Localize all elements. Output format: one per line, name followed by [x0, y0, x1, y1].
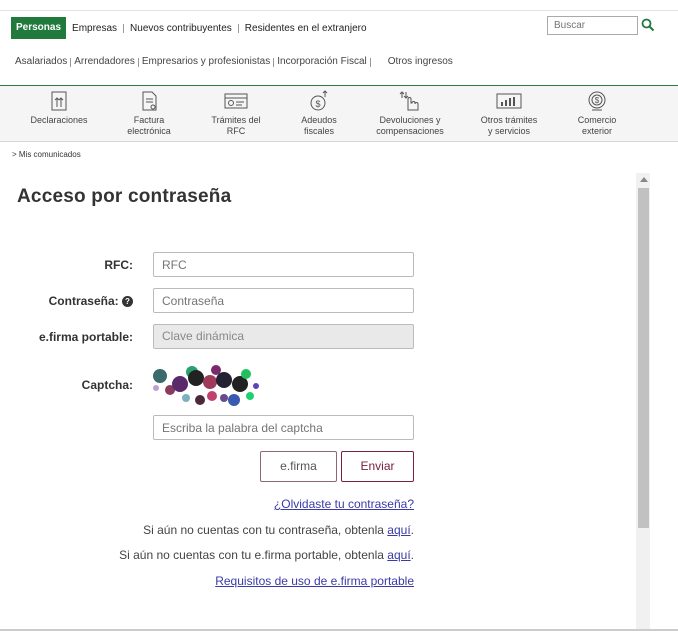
rfc-input[interactable] — [153, 252, 414, 277]
service-label-line2: electrónica — [127, 126, 171, 136]
nav-empresas[interactable]: Empresas — [66, 23, 123, 34]
efirma-requirements-link[interactable]: Requisitos de uso de e.firma portable — [215, 574, 414, 588]
svg-text:$: $ — [315, 99, 320, 109]
password-label: Contraseña: — [48, 294, 119, 308]
rfc-label: RFC: — [104, 258, 133, 272]
scroll-up-icon[interactable] — [640, 177, 648, 182]
subnav-separator — [137, 58, 139, 67]
service-tramites-rfc[interactable]: Trámites del RFC — [191, 90, 281, 137]
service-label-line1: Factura — [133, 115, 165, 125]
subnav-separator — [273, 58, 275, 67]
service-label-line1: Trámites del — [211, 115, 261, 125]
forgot-password-link[interactable]: ¿Olvidaste tu contraseña? — [274, 497, 414, 511]
get-efirma-link[interactable]: aquí — [387, 548, 410, 562]
nav-nuevos-contribuyentes[interactable]: Nuevos contribuyentes — [124, 23, 238, 34]
search-icon[interactable] — [641, 18, 655, 32]
breadcrumb[interactable]: > Mis comunicados — [12, 150, 81, 159]
globe-dollar-icon: $ — [588, 91, 606, 111]
top-divider — [0, 10, 678, 11]
service-label-line1: Otros trámites — [480, 115, 538, 125]
requirements-row: Requisitos de uso de e.firma portable — [215, 574, 414, 588]
no-password-text: Si aún no cuentas con tu contraseña, obt… — [143, 523, 384, 537]
dynamic-key-input: Clave dinámica — [153, 324, 414, 349]
efirma-button[interactable]: e.firma — [260, 451, 337, 482]
chart-board-icon — [496, 93, 522, 109]
subnav-arrendadores[interactable]: Arrendadores — [74, 56, 138, 67]
service-label-line2: RFC — [226, 126, 246, 136]
service-label-line2: exterior — [581, 126, 612, 136]
efirma-label: e.firma portable: — [38, 330, 133, 344]
service-comercio-exterior[interactable]: $ Comercio exterior — [552, 90, 642, 137]
svg-text:$: $ — [595, 96, 600, 105]
scrollbar-thumb[interactable] — [638, 188, 649, 528]
top-navigation: Personas Empresas Nuevos contribuyentes … — [0, 0, 678, 40]
help-icon[interactable]: ? — [122, 296, 133, 307]
period: . — [410, 548, 414, 562]
service-label-line2: y servicios — [487, 126, 530, 136]
no-efirma-row: Si aún no cuentas con tu e.firma portabl… — [119, 548, 414, 562]
rfc-card-icon — [224, 93, 248, 109]
password-input[interactable] — [153, 288, 414, 313]
nav-personas[interactable]: Personas — [11, 17, 67, 39]
captcha-label: Captcha: — [81, 378, 133, 392]
no-password-row: Si aún no cuentas con tu contraseña, obt… — [143, 523, 414, 537]
service-declaraciones[interactable]: Declaraciones — [14, 90, 104, 126]
no-efirma-text: Si aún no cuentas con tu e.firma portabl… — [119, 548, 384, 562]
service-label-line2: fiscales — [303, 126, 334, 136]
submit-button[interactable]: Enviar — [341, 451, 414, 482]
period: . — [410, 523, 414, 537]
captcha-input[interactable] — [153, 415, 414, 440]
service-label-line1: Devoluciones y — [379, 115, 441, 125]
subnav-empresarios[interactable]: Empresarios y profesionistas — [142, 56, 273, 67]
subnav-separator — [369, 58, 371, 67]
get-password-link[interactable]: aquí — [387, 523, 410, 537]
password-label-row: Contraseña: ? — [20, 294, 133, 308]
forgot-password-row: ¿Olvidaste tu contraseña? — [274, 497, 414, 511]
sub-navigation: Asalariados Arrendadores Empresarios y p… — [15, 56, 456, 67]
service-label-line2: compensaciones — [376, 126, 444, 136]
subnav-otros-ingresos[interactable]: Otros ingresos — [388, 56, 456, 67]
service-devoluciones[interactable]: Devoluciones y compensaciones — [362, 90, 458, 137]
main-nav: Personas Empresas Nuevos contribuyentes … — [11, 17, 373, 39]
service-factura[interactable]: Factura electrónica — [104, 90, 194, 137]
service-label-line1: Declaraciones — [30, 115, 88, 125]
captcha-image — [153, 365, 259, 406]
documents-arrows-icon — [51, 91, 67, 111]
subnav-separator — [70, 58, 72, 67]
service-otros-tramites[interactable]: Otros trámites y servicios — [464, 90, 554, 137]
invoice-icon — [142, 91, 157, 111]
hand-touch-icon — [399, 91, 419, 111]
nav-residentes-extranjero[interactable]: Residentes en el extranjero — [239, 23, 373, 34]
services-icon-bar: Declaraciones Factura electrónica Trámit… — [0, 86, 678, 142]
service-label-line1: Comercio — [577, 115, 617, 125]
subnav-incorporacion-fiscal[interactable]: Incorporación Fiscal — [277, 56, 369, 67]
subnav-asalariados[interactable]: Asalariados — [15, 56, 70, 67]
service-label-line1: Adeudos — [301, 115, 337, 125]
debts-icon: $ — [310, 90, 328, 111]
search-input[interactable] — [547, 16, 638, 35]
service-adeudos[interactable]: $ Adeudos fiscales — [274, 90, 364, 137]
page-title: Acceso por contraseña — [17, 186, 232, 207]
